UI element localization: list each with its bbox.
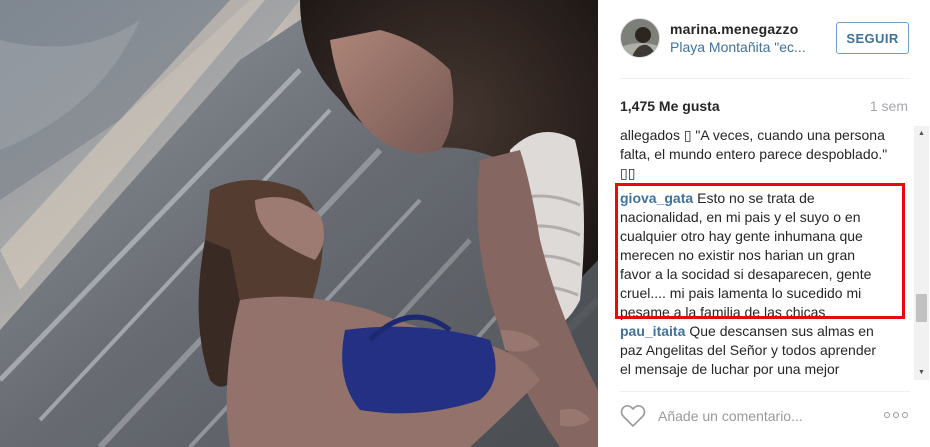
scroll-up-arrow-icon[interactable]: ▲ (914, 126, 929, 141)
follow-button[interactable]: SEGUIR (836, 22, 909, 54)
avatar-image (621, 19, 659, 57)
comment-username[interactable]: giova_gata (620, 190, 693, 206)
post-actions (598, 392, 930, 447)
comment-username[interactable]: pau_itaita (620, 323, 685, 339)
scrollbar-thumb[interactable] (916, 294, 927, 322)
dot (884, 412, 890, 418)
heart-icon[interactable] (620, 404, 646, 428)
more-options-icon[interactable] (884, 409, 908, 421)
post-info-panel: marina.menegazzo Playa Montañita "ec... … (598, 0, 930, 447)
add-comment-input[interactable] (658, 405, 868, 427)
likes-count[interactable]: 1,475 Me gusta (620, 98, 720, 114)
dot (893, 412, 899, 418)
comment-text: allegados ▯ "A veces, cuando una persona… (620, 127, 888, 181)
post-header: marina.menegazzo Playa Montañita "ec... … (598, 0, 930, 78)
instagram-post-view: marina.menegazzo Playa Montañita "ec... … (0, 0, 930, 447)
dot (902, 412, 908, 418)
divider (620, 78, 910, 79)
post-time[interactable]: 1 sem (870, 98, 908, 114)
comments-scrollbar[interactable]: ▲ ▼ (914, 126, 929, 380)
photo-image (0, 0, 598, 447)
username-link[interactable]: marina.menegazzo (670, 21, 798, 37)
scroll-down-arrow-icon[interactable]: ▼ (914, 365, 929, 380)
comments-list[interactable]: allegados ▯ "A veces, cuando una persona… (620, 126, 900, 380)
comment-item: pau_itaita Que descansen sus almas en paz… (620, 322, 890, 380)
comment-text: Esto no se trata de nacionalidad, en mi … (620, 190, 872, 320)
post-photo[interactable] (0, 0, 598, 447)
comment-item: giova_gata Esto no se trata de nacionalid… (620, 189, 890, 322)
location-link[interactable]: Playa Montañita "ec... (670, 39, 806, 55)
comment-item: allegados ▯ "A veces, cuando una persona… (620, 126, 890, 183)
avatar[interactable] (620, 18, 660, 58)
